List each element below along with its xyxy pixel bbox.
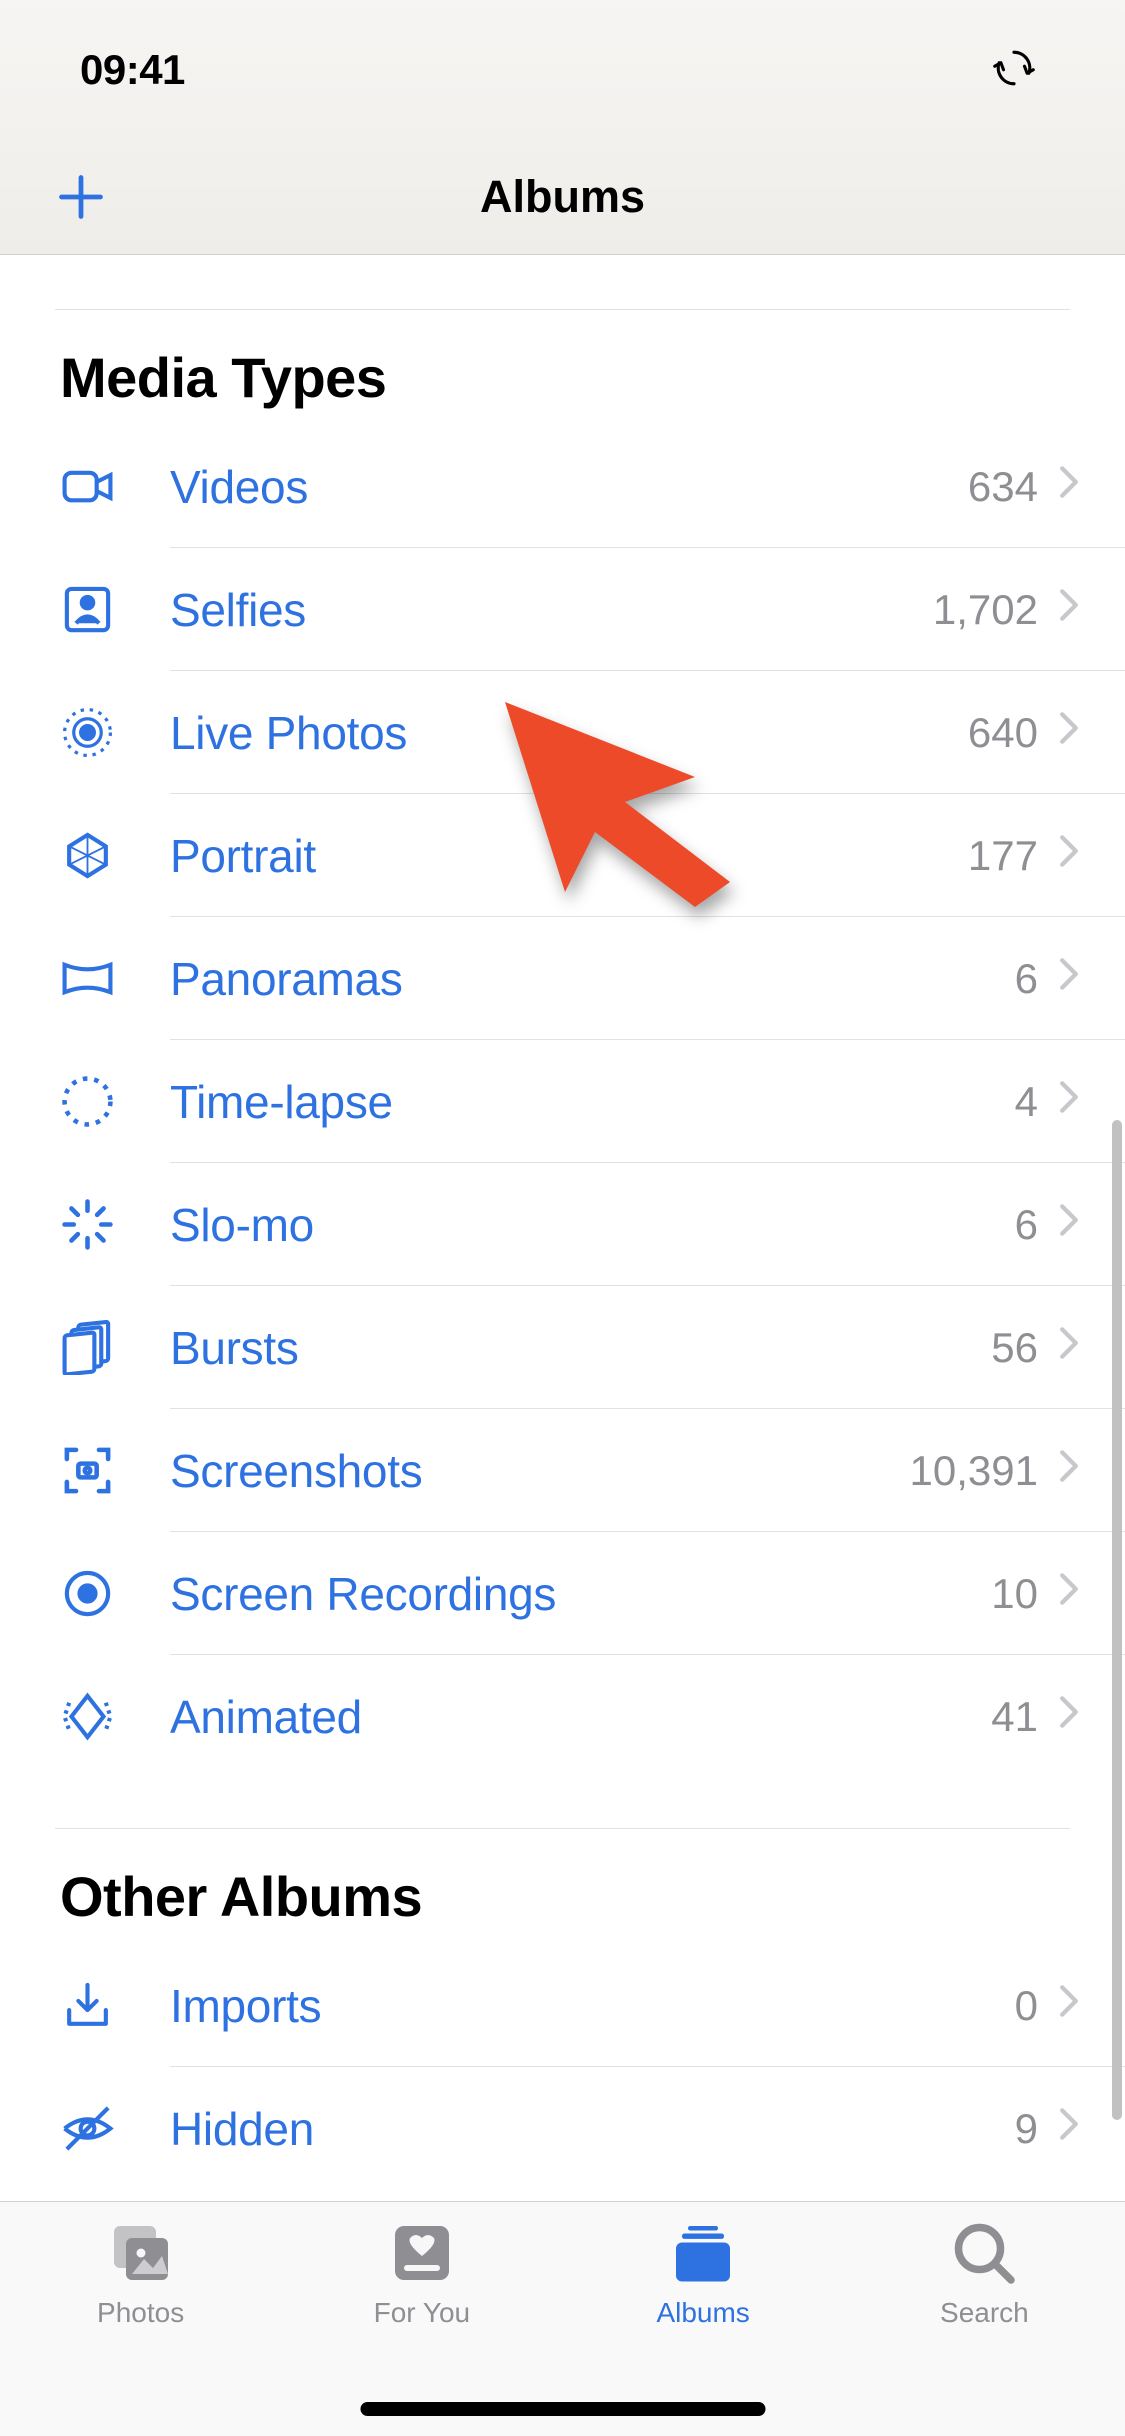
row-label: Animated (170, 1690, 991, 1744)
chevron-right-icon (1058, 1695, 1080, 1738)
section-header-other-albums: Other Albums (0, 1829, 1125, 1944)
selfies-icon (60, 582, 170, 637)
row-count: 56 (991, 1324, 1038, 1372)
row-count: 10 (991, 1570, 1038, 1618)
row-screen-recordings[interactable]: Screen Recordings 10 (0, 1532, 1125, 1655)
search-tab-icon (948, 2217, 1020, 2289)
tab-label: Albums (656, 2297, 749, 2329)
add-button[interactable] (55, 171, 115, 223)
row-count: 640 (968, 709, 1038, 757)
home-indicator[interactable] (360, 2402, 765, 2416)
tab-label: Search (940, 2297, 1029, 2329)
row-label: Screenshots (170, 1444, 910, 1498)
section-header-media-types: Media Types (0, 310, 1125, 425)
tab-label: Photos (97, 2297, 184, 2329)
row-count: 1,702 (933, 586, 1038, 634)
tab-bar: Photos For You Albums Search (0, 2201, 1125, 2436)
row-count: 9 (1015, 2105, 1038, 2153)
row-label: Portrait (170, 829, 968, 883)
photos-tab-icon (105, 2217, 177, 2289)
row-label: Live Photos (170, 706, 968, 760)
row-count: 634 (968, 463, 1038, 511)
row-label: Imports (170, 1979, 1015, 2033)
chevron-right-icon (1058, 711, 1080, 754)
tab-label: For You (374, 2297, 471, 2329)
imports-icon (60, 1978, 170, 2033)
chevron-right-icon (1058, 1572, 1080, 1615)
chevron-right-icon (1058, 1984, 1080, 2027)
sync-icon (993, 47, 1035, 94)
live-photos-icon (60, 705, 170, 760)
row-slo-mo[interactable]: Slo-mo 6 (0, 1163, 1125, 1286)
row-label: Time-lapse (170, 1075, 1015, 1129)
chevron-right-icon (1058, 588, 1080, 631)
videos-icon (60, 459, 170, 514)
row-count: 0 (1015, 1982, 1038, 2030)
chevron-right-icon (1058, 1326, 1080, 1369)
row-count: 10,391 (910, 1447, 1038, 1495)
row-videos[interactable]: Videos 634 (0, 425, 1125, 548)
row-selfies[interactable]: Selfies 1,702 (0, 548, 1125, 671)
row-label: Panoramas (170, 952, 1015, 1006)
row-count: 6 (1015, 955, 1038, 1003)
nav-title: Albums (115, 171, 1010, 223)
nav-bar: Albums (0, 140, 1125, 255)
status-time: 09:41 (80, 46, 185, 94)
chevron-right-icon (1058, 1449, 1080, 1492)
row-imports[interactable]: Imports 0 (0, 1944, 1125, 2067)
panoramas-icon (60, 951, 170, 1006)
screenshots-icon (60, 1443, 170, 1498)
chevron-right-icon (1058, 834, 1080, 877)
row-label: Slo-mo (170, 1198, 1015, 1252)
row-portrait[interactable]: Portrait 177 (0, 794, 1125, 917)
row-count: 6 (1015, 1201, 1038, 1249)
chevron-right-icon (1058, 2107, 1080, 2150)
scrollbar[interactable] (1112, 1120, 1122, 2120)
slo-mo-icon (60, 1197, 170, 1252)
status-bar: 09:41 (0, 0, 1125, 140)
time-lapse-icon (60, 1074, 170, 1129)
row-label: Hidden (170, 2102, 1015, 2156)
portrait-icon (60, 828, 170, 883)
chevron-right-icon (1058, 1080, 1080, 1123)
screen-recordings-icon (60, 1566, 170, 1621)
chevron-right-icon (1058, 957, 1080, 1000)
row-label: Videos (170, 460, 968, 514)
content-area[interactable]: Media Types Videos 634 Selfies 1,702 Liv… (0, 255, 1125, 2190)
for-you-tab-icon (386, 2217, 458, 2289)
row-count: 177 (968, 832, 1038, 880)
row-screenshots[interactable]: Screenshots 10,391 (0, 1409, 1125, 1532)
row-bursts[interactable]: Bursts 56 (0, 1286, 1125, 1409)
tab-search[interactable]: Search (844, 2217, 1125, 2436)
row-hidden[interactable]: Hidden 9 (0, 2067, 1125, 2190)
row-label: Selfies (170, 583, 933, 637)
row-count: 4 (1015, 1078, 1038, 1126)
tab-photos[interactable]: Photos (0, 2217, 281, 2436)
row-animated[interactable]: Animated 41 (0, 1655, 1125, 1778)
row-live-photos[interactable]: Live Photos 640 (0, 671, 1125, 794)
row-label: Screen Recordings (170, 1567, 991, 1621)
albums-tab-icon (667, 2217, 739, 2289)
row-panoramas[interactable]: Panoramas 6 (0, 917, 1125, 1040)
bursts-icon (60, 1320, 170, 1375)
chevron-right-icon (1058, 465, 1080, 508)
hidden-icon (60, 2101, 170, 2156)
row-count: 41 (991, 1693, 1038, 1741)
animated-icon (60, 1689, 170, 1744)
row-label: Bursts (170, 1321, 991, 1375)
chevron-right-icon (1058, 1203, 1080, 1246)
row-time-lapse[interactable]: Time-lapse 4 (0, 1040, 1125, 1163)
